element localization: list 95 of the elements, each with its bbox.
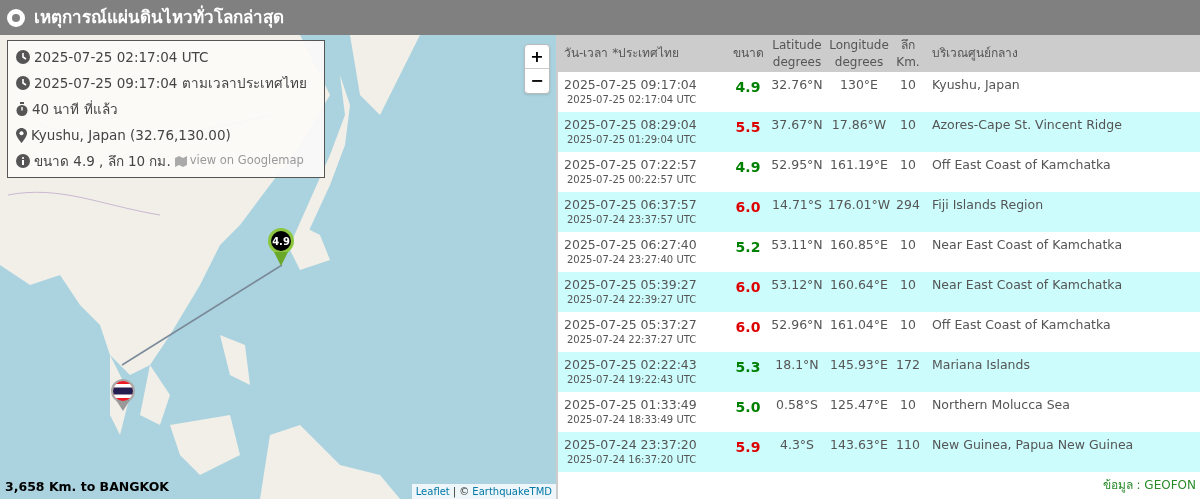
table-row[interactable]: 2025-07-25 05:39:27 2025-07-24 22:39:27 UTC 6.0 53.12°N 160.64°E 10 Near East Coast of Kamchatka [558, 272, 1200, 312]
info-text: 40 นาที ที่แล้ว [32, 99, 118, 119]
longitude-cell-text: 145.93°E [829, 357, 889, 373]
utc-time-cell-text: 2025-07-25 02:17:04 UTC [566, 93, 697, 106]
attribution-separator: | © [452, 485, 470, 499]
longitude-cell-text: 160.85°E [829, 237, 889, 253]
longitude-cell-text: 130°E [839, 77, 879, 93]
column-header: วัน-เวลา *ประเทศไทย [563, 45, 681, 62]
local-time-cell: 2025-07-25 05:39:27 [564, 277, 697, 293]
latitude-cell-text: 14.71°S [771, 197, 823, 213]
utc-time-cell-text: 2025-07-24 16:37:20 UTC [566, 453, 697, 466]
depth-cell-text: 10 [899, 77, 917, 93]
longitude-cell-text: 17.86°W [830, 117, 888, 133]
longitude-cell-text: 161.04°E [829, 317, 889, 333]
info-text: 2025-07-25 09:17:04 ตามเวลาประเทศไทย [34, 73, 307, 93]
latitude-cell-text: 52.95°N [770, 157, 824, 173]
marker-label: 4.9 [271, 231, 291, 251]
info-text: ขนาด 4.9 , ลึก 10 กม. [34, 151, 171, 171]
local-time-cell: 2025-07-25 02:22:43 [564, 357, 697, 373]
region-cell-text: Kyushu, Japan [931, 77, 1021, 93]
region-cell-text: Fiji Islands Region [931, 197, 1045, 213]
distance-label: 3,658 Km. to BANGKOK [5, 478, 169, 497]
leaflet-link[interactable]: Leaflet [415, 484, 450, 499]
region-cell-text: Off East Coast of Kamchatka [931, 317, 1112, 333]
depth-cell-text: 294 [895, 197, 921, 213]
region-cell-text: Mariana Islands [931, 357, 1031, 373]
column-header: ขนาด [731, 45, 765, 62]
longitude-cell-text: 160.64°E [829, 277, 889, 293]
depth-cell-text: 110 [895, 437, 921, 453]
local-time-cell: 2025-07-25 01:33:49 [564, 397, 697, 413]
utc-time-cell-text: 2025-07-25 01:29:04 UTC [566, 133, 697, 146]
local-time-cell: 2025-07-24 23:37:20 [564, 437, 697, 453]
local-time-cell: 2025-07-25 08:29:04 [564, 117, 697, 133]
magnitude-cell-text: 6.0 [734, 199, 762, 215]
latitude-cell-text: 32.76°N [770, 77, 824, 93]
local-time-cell: 2025-07-25 09:17:04 [564, 77, 697, 93]
magnitude-cell-text: 4.9 [734, 159, 762, 175]
info-text: Kyushu, Japan (32.76,130.00) [31, 125, 231, 145]
latitude-cell-text: 52.96°N [770, 317, 824, 333]
data-source-label: ข้อมูล : GEOFON [1102, 477, 1196, 494]
page-title: เหตุการณ์แผ่นดินไหวทั่วโลกล่าสุด [34, 4, 284, 30]
table-row[interactable]: 2025-07-25 06:37:57 2025-07-24 23:37:57 UTC 6.0 14.71°S 176.01°W 294 Fiji Islands Region [558, 192, 1200, 232]
depth-cell-text: 10 [899, 157, 917, 173]
longitude-cell-text: 125.47°E [829, 397, 889, 413]
depth-cell-text: 10 [899, 317, 917, 333]
utc-time-cell-text: 2025-07-24 19:22:43 UTC [566, 373, 697, 386]
region-cell-text: Near East Coast of Kamchatka [931, 237, 1124, 253]
table-row[interactable]: 2025-07-25 08:29:04 2025-07-25 01:29:04 UTC 5.5 37.67°N 17.86°W 10 Azores-Cape St. Vincent Ridge [558, 112, 1200, 152]
depth-cell-text: 10 [899, 397, 917, 413]
zoom-out-button[interactable]: − [525, 69, 549, 93]
longitude-cell-text: 161.19°E [829, 157, 889, 173]
depth-cell-text: 10 [899, 237, 917, 253]
utc-time-cell-text: 2025-07-24 23:37:57 UTC [566, 213, 697, 226]
magnitude-cell-text: 5.0 [734, 399, 762, 415]
latitude-cell-text: 53.12°N [770, 277, 824, 293]
latitude-cell-text: 37.67°N [770, 117, 824, 133]
magnitude-cell-text: 6.0 [734, 279, 762, 295]
region-cell-text: Azores-Cape St. Vincent Ridge [931, 117, 1123, 133]
magnitude-cell-text: 6.0 [734, 319, 762, 335]
magnitude-cell-text: 5.9 [734, 439, 762, 455]
depth-cell-text: 172 [895, 357, 921, 373]
magnitude-cell-text: 5.3 [734, 359, 762, 375]
utc-time-cell-text: 2025-07-24 22:37:27 UTC [566, 333, 697, 346]
zoom-in-button[interactable]: + [525, 45, 549, 69]
latitude-cell-text: 53.11°N [770, 237, 824, 253]
latitude-cell-text: 4.3°S [778, 437, 816, 453]
utc-time-cell-text: 2025-07-24 23:27:40 UTC [566, 253, 697, 266]
local-time-cell: 2025-07-25 07:22:57 [564, 157, 697, 173]
utc-time-cell-text: 2025-07-25 00:22:57 UTC [566, 173, 697, 186]
local-time-cell: 2025-07-25 06:27:40 [564, 237, 697, 253]
column-header: ลึก Km. [895, 36, 921, 71]
local-time-cell: 2025-07-25 06:37:57 [564, 197, 697, 213]
utc-time-cell-text: 2025-07-24 22:39:27 UTC [566, 293, 697, 306]
latitude-cell-text: 0.58°S [775, 397, 819, 413]
region-cell-text: Northern Molucca Sea [931, 397, 1071, 413]
longitude-cell: 176.01°W [826, 197, 892, 213]
latitude-cell-text: 18.1°N [774, 357, 820, 373]
info-text: 2025-07-25 02:17:04 UTC [34, 47, 209, 67]
local-time-cell: 2025-07-25 05:37:27 [564, 317, 697, 333]
magnitude-cell-text: 5.5 [734, 119, 762, 135]
magnitude-cell-text: 4.9 [734, 79, 762, 95]
longitude-cell-text: 143.63°E [829, 437, 889, 453]
column-header: Latitude degrees [771, 36, 823, 71]
region-cell-text: Near East Coast of Kamchatka [931, 277, 1124, 293]
depth-cell-text: 10 [899, 117, 917, 133]
region-cell-text: New Guinea, Papua New Guinea [931, 437, 1135, 453]
source-link[interactable]: EarthquakeTMD [472, 484, 552, 499]
depth-cell-text: 10 [899, 277, 917, 293]
table-row[interactable]: 2025-07-24 23:37:20 2025-07-24 16:37:20 UTC 5.9 4.3°S 143.63°E 110 New Guinea, Papua New Guinea [558, 432, 1200, 472]
utc-time-cell-text: 2025-07-24 18:33:49 UTC [566, 413, 697, 426]
column-header: บริเวณศูนย์กลาง [931, 45, 1019, 62]
table-row[interactable]: 2025-07-25 02:22:43 2025-07-24 19:22:43 UTC 5.3 18.1°N 145.93°E 172 Mariana Islands [558, 352, 1200, 392]
magnitude-cell-text: 5.2 [734, 239, 762, 255]
column-header: Longitude degrees [828, 36, 890, 71]
region-cell-text: Off East Coast of Kamchatka [931, 157, 1112, 173]
